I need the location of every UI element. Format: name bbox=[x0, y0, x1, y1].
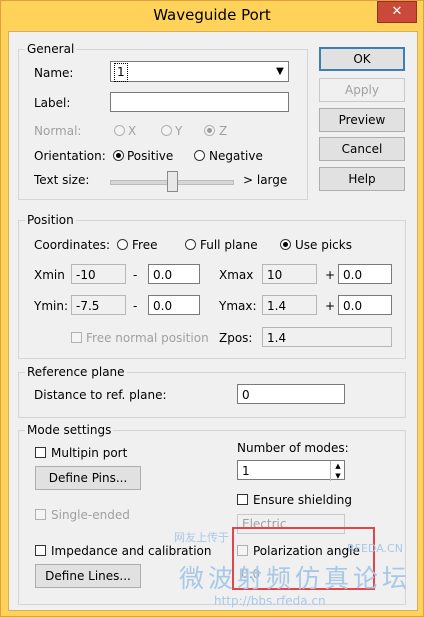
define-lines-button[interactable]: Define Lines... bbox=[35, 564, 141, 588]
zpos-field: 1.4 bbox=[262, 327, 392, 347]
ok-button[interactable]: OK bbox=[319, 47, 405, 71]
orientation-positive-label: Positive bbox=[127, 149, 174, 163]
preview-button[interactable]: Preview bbox=[319, 108, 405, 132]
chevron-down-icon: ▼ bbox=[276, 66, 284, 77]
mode-legend: Mode settings bbox=[25, 423, 114, 437]
ymin-offset-input[interactable]: 0.0 bbox=[148, 295, 200, 315]
ymax-field: 1.4 bbox=[262, 295, 317, 315]
name-label: Name: bbox=[34, 66, 74, 80]
xmin-field: -10 bbox=[71, 264, 126, 284]
position-legend: Position bbox=[25, 213, 76, 227]
distance-label: Distance to ref. plane: bbox=[34, 388, 167, 402]
ymax-op: + bbox=[325, 299, 336, 313]
zpos-label: Zpos: bbox=[219, 331, 253, 345]
title-bar: Waveguide Port ✕ bbox=[1, 1, 423, 31]
watermark-top: 网友上传于 bbox=[174, 531, 229, 544]
coord-usepicks-radio[interactable] bbox=[280, 239, 291, 250]
normal-z-radio[interactable] bbox=[204, 125, 215, 136]
xmax-label: Xmax bbox=[219, 268, 254, 282]
orientation-positive-radio[interactable] bbox=[113, 150, 124, 161]
name-select[interactable]: 1 ▼ bbox=[110, 61, 289, 82]
label-input[interactable] bbox=[110, 92, 289, 112]
xmax-field: 10 bbox=[262, 264, 317, 284]
ymin-op: - bbox=[133, 299, 138, 313]
window-title: Waveguide Port bbox=[153, 6, 271, 24]
define-pins-button[interactable]: Define Pins... bbox=[35, 466, 141, 490]
watermark-brand: RFEDA.CN bbox=[347, 542, 403, 555]
name-value: 1 bbox=[114, 63, 128, 82]
cancel-button[interactable]: Cancel bbox=[319, 137, 405, 161]
xmax-op: + bbox=[325, 268, 336, 282]
apply-button[interactable]: Apply bbox=[319, 78, 405, 102]
dialog-body: OK Apply Preview Cancel Help General Nam… bbox=[8, 31, 418, 611]
xmin-offset-input[interactable]: 0.0 bbox=[148, 264, 200, 284]
textsize-label: Text size: bbox=[34, 173, 90, 187]
ensure-shielding-checkbox[interactable] bbox=[237, 494, 248, 505]
label-label: Label: bbox=[34, 96, 71, 110]
coord-free-radio[interactable] bbox=[117, 239, 128, 250]
xmax-offset-input[interactable]: 0.0 bbox=[338, 264, 392, 284]
textsize-suffix: > large bbox=[243, 173, 288, 187]
coordinates-label: Coordinates: bbox=[34, 238, 111, 252]
num-modes-label: Number of modes: bbox=[237, 441, 349, 455]
watermark-chinese: 微波射频仿真论坛 bbox=[179, 564, 412, 593]
multipin-label: Multipin port bbox=[51, 446, 128, 460]
ymin-label: Ymin: bbox=[34, 299, 69, 313]
free-normal-label: Free normal position bbox=[86, 331, 209, 345]
coord-free-label: Free bbox=[132, 238, 158, 252]
xmin-label: Xmin bbox=[34, 268, 65, 282]
impedance-checkbox[interactable] bbox=[35, 545, 46, 556]
textsize-slider-thumb[interactable] bbox=[167, 171, 178, 192]
ensure-shielding-label: Ensure shielding bbox=[253, 493, 352, 507]
orientation-negative-radio[interactable] bbox=[194, 150, 205, 161]
normal-z-label: Z bbox=[219, 124, 228, 138]
num-modes-input[interactable]: 1 bbox=[237, 460, 345, 480]
close-button[interactable]: ✕ bbox=[377, 1, 417, 23]
single-ended-checkbox[interactable] bbox=[35, 509, 46, 520]
multipin-checkbox[interactable] bbox=[35, 447, 46, 458]
ymax-offset-input[interactable]: 0.0 bbox=[338, 295, 392, 315]
spinner-arrows-icon[interactable]: ▲ ▼ bbox=[330, 461, 345, 481]
ymin-field: -7.5 bbox=[71, 295, 126, 315]
orientation-negative-label: Negative bbox=[209, 149, 263, 163]
normal-y-radio[interactable] bbox=[161, 125, 172, 136]
normal-label: Normal: bbox=[34, 124, 82, 138]
xmin-op: - bbox=[133, 268, 138, 282]
impedance-label: Impedance and calibration bbox=[51, 544, 212, 558]
watermark-url: http://bbs.rfeda.cn bbox=[214, 594, 326, 608]
coord-usepicks-label: Use picks bbox=[295, 238, 352, 252]
dialog-window: Waveguide Port ✕ OK Apply Preview Cancel… bbox=[0, 0, 424, 617]
ymax-label: Ymax: bbox=[219, 299, 257, 313]
help-button[interactable]: Help bbox=[319, 167, 405, 191]
coord-fullplane-label: Full plane bbox=[200, 238, 258, 252]
single-ended-label: Single-ended bbox=[51, 508, 130, 522]
orientation-label: Orientation: bbox=[34, 149, 106, 163]
normal-x-label: X bbox=[128, 124, 137, 138]
close-icon: ✕ bbox=[391, 4, 403, 19]
general-legend: General bbox=[25, 42, 77, 56]
distance-input[interactable]: 0 bbox=[237, 384, 345, 404]
free-normal-checkbox[interactable] bbox=[71, 332, 82, 343]
coord-fullplane-radio[interactable] bbox=[185, 239, 196, 250]
normal-x-radio[interactable] bbox=[114, 125, 125, 136]
reference-legend: Reference plane bbox=[25, 365, 127, 379]
normal-y-label: Y bbox=[175, 124, 183, 138]
